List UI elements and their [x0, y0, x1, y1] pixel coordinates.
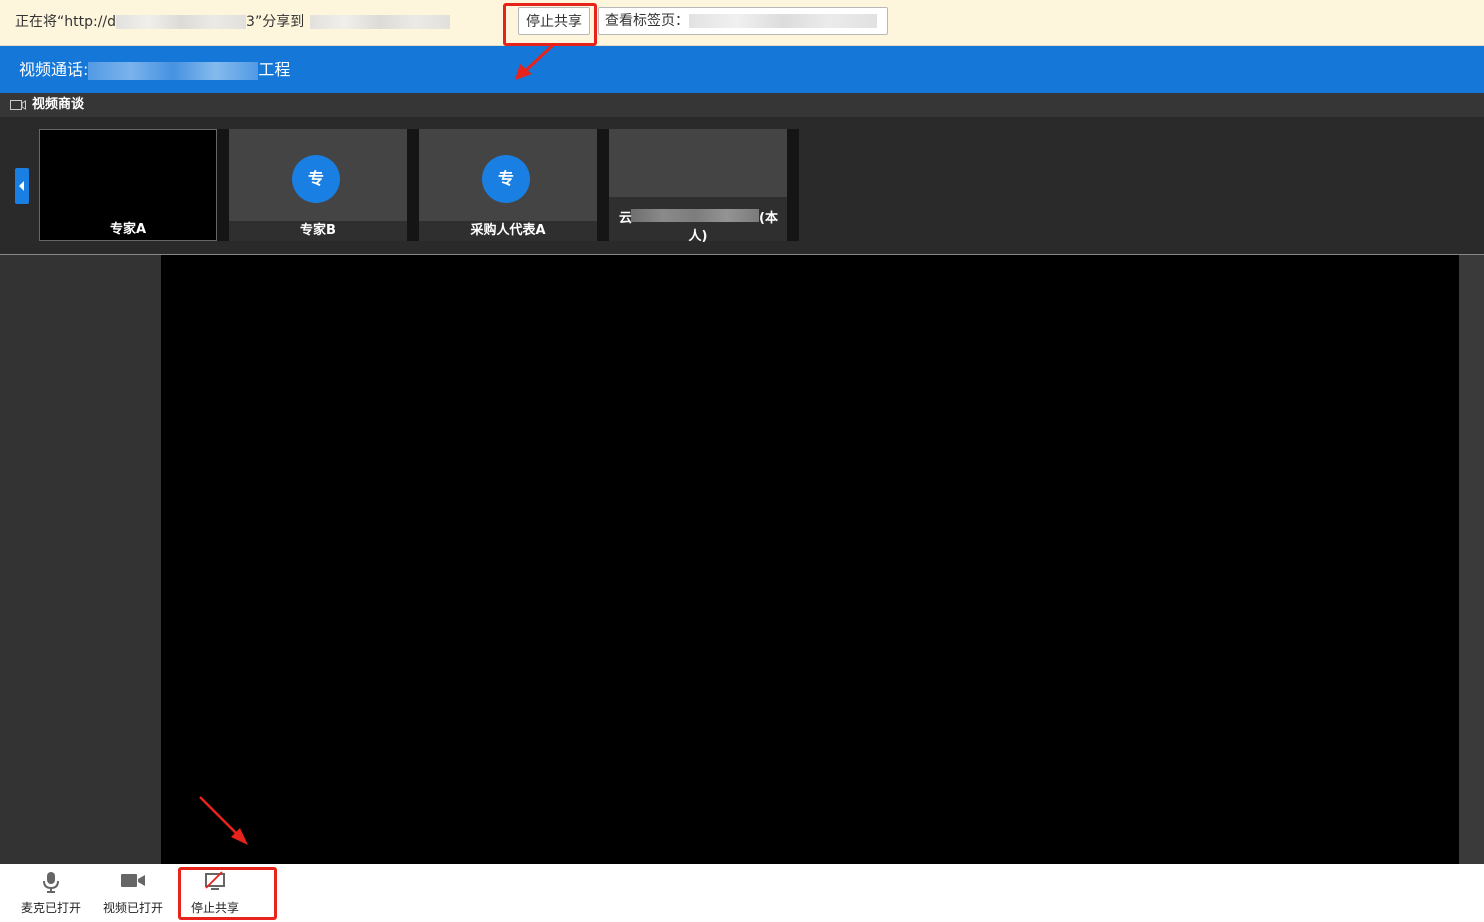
view-tab-label: 查看标签页： [605, 13, 689, 29]
collapse-strip-button[interactable] [15, 168, 29, 204]
redacted-project-name [88, 61, 259, 80]
mic-toggle-button[interactable]: 麦克已打开 [11, 864, 91, 922]
participant-name: 专家B [229, 221, 407, 241]
camera-icon [10, 100, 26, 110]
share-status-text: 正在将“http://d 3”分享到 [15, 11, 451, 31]
highlight-box-bottom [178, 867, 277, 920]
chevron-left-icon [19, 181, 24, 191]
share-text-middle: 3”分享到 [246, 14, 305, 30]
annotation-arrow-top [515, 42, 556, 80]
redacted-target [310, 15, 451, 29]
main-video-view[interactable] [161, 255, 1459, 864]
self-name-line2: 人) [688, 229, 708, 244]
redacted-tab-name [689, 14, 877, 28]
call-title-suffix: 工程 [258, 60, 291, 79]
avatar: 专 [292, 155, 340, 203]
right-panel [1459, 255, 1484, 864]
view-tab-button[interactable]: 查看标签页： [598, 7, 888, 35]
video-camera-icon [121, 874, 145, 887]
self-name-suffix: (本 [759, 211, 778, 226]
redacted-url [116, 15, 247, 29]
participant-tile[interactable]: 专家A [39, 129, 217, 241]
section-header: 视频商谈 [0, 93, 1484, 117]
participant-tile-self[interactable]: 云 (本 人) [609, 129, 787, 244]
participant-tile[interactable]: 专 采购人代表A [419, 129, 597, 241]
participant-tile[interactable]: 专 专家B [229, 129, 407, 241]
main-video-area [0, 255, 1484, 864]
annotation-arrow-bottom [199, 796, 248, 845]
call-title-prefix: 视频通话: [19, 60, 89, 79]
tile-divider [407, 129, 419, 241]
redacted-self-name [631, 209, 759, 222]
participant-name: 专家A [109, 222, 147, 237]
mic-label: 麦克已打开 [20, 901, 81, 915]
section-title: 视频商谈 [32, 97, 85, 112]
participant-name: 采购人代表A [419, 221, 597, 241]
microphone-icon [43, 872, 59, 893]
participant-name-self: 云 (本 人) [609, 197, 787, 244]
video-toggle-button[interactable]: 视频已打开 [93, 864, 173, 922]
tile-divider [597, 129, 609, 241]
tile-divider [787, 129, 799, 241]
avatar: 专 [482, 155, 530, 203]
share-notification-bar: 正在将“http://d 3”分享到 停止共享 查看标签页： [0, 0, 1484, 46]
tile-divider [217, 129, 229, 241]
video-label: 视频已打开 [102, 901, 163, 915]
participant-strip: 专家A 专 专家B 专 采购人代表A 云 (本 人) [0, 117, 1484, 255]
share-text-prefix: 正在将“http://d [15, 14, 117, 30]
call-title-bar: 视频通话: 工程 [0, 46, 1484, 93]
